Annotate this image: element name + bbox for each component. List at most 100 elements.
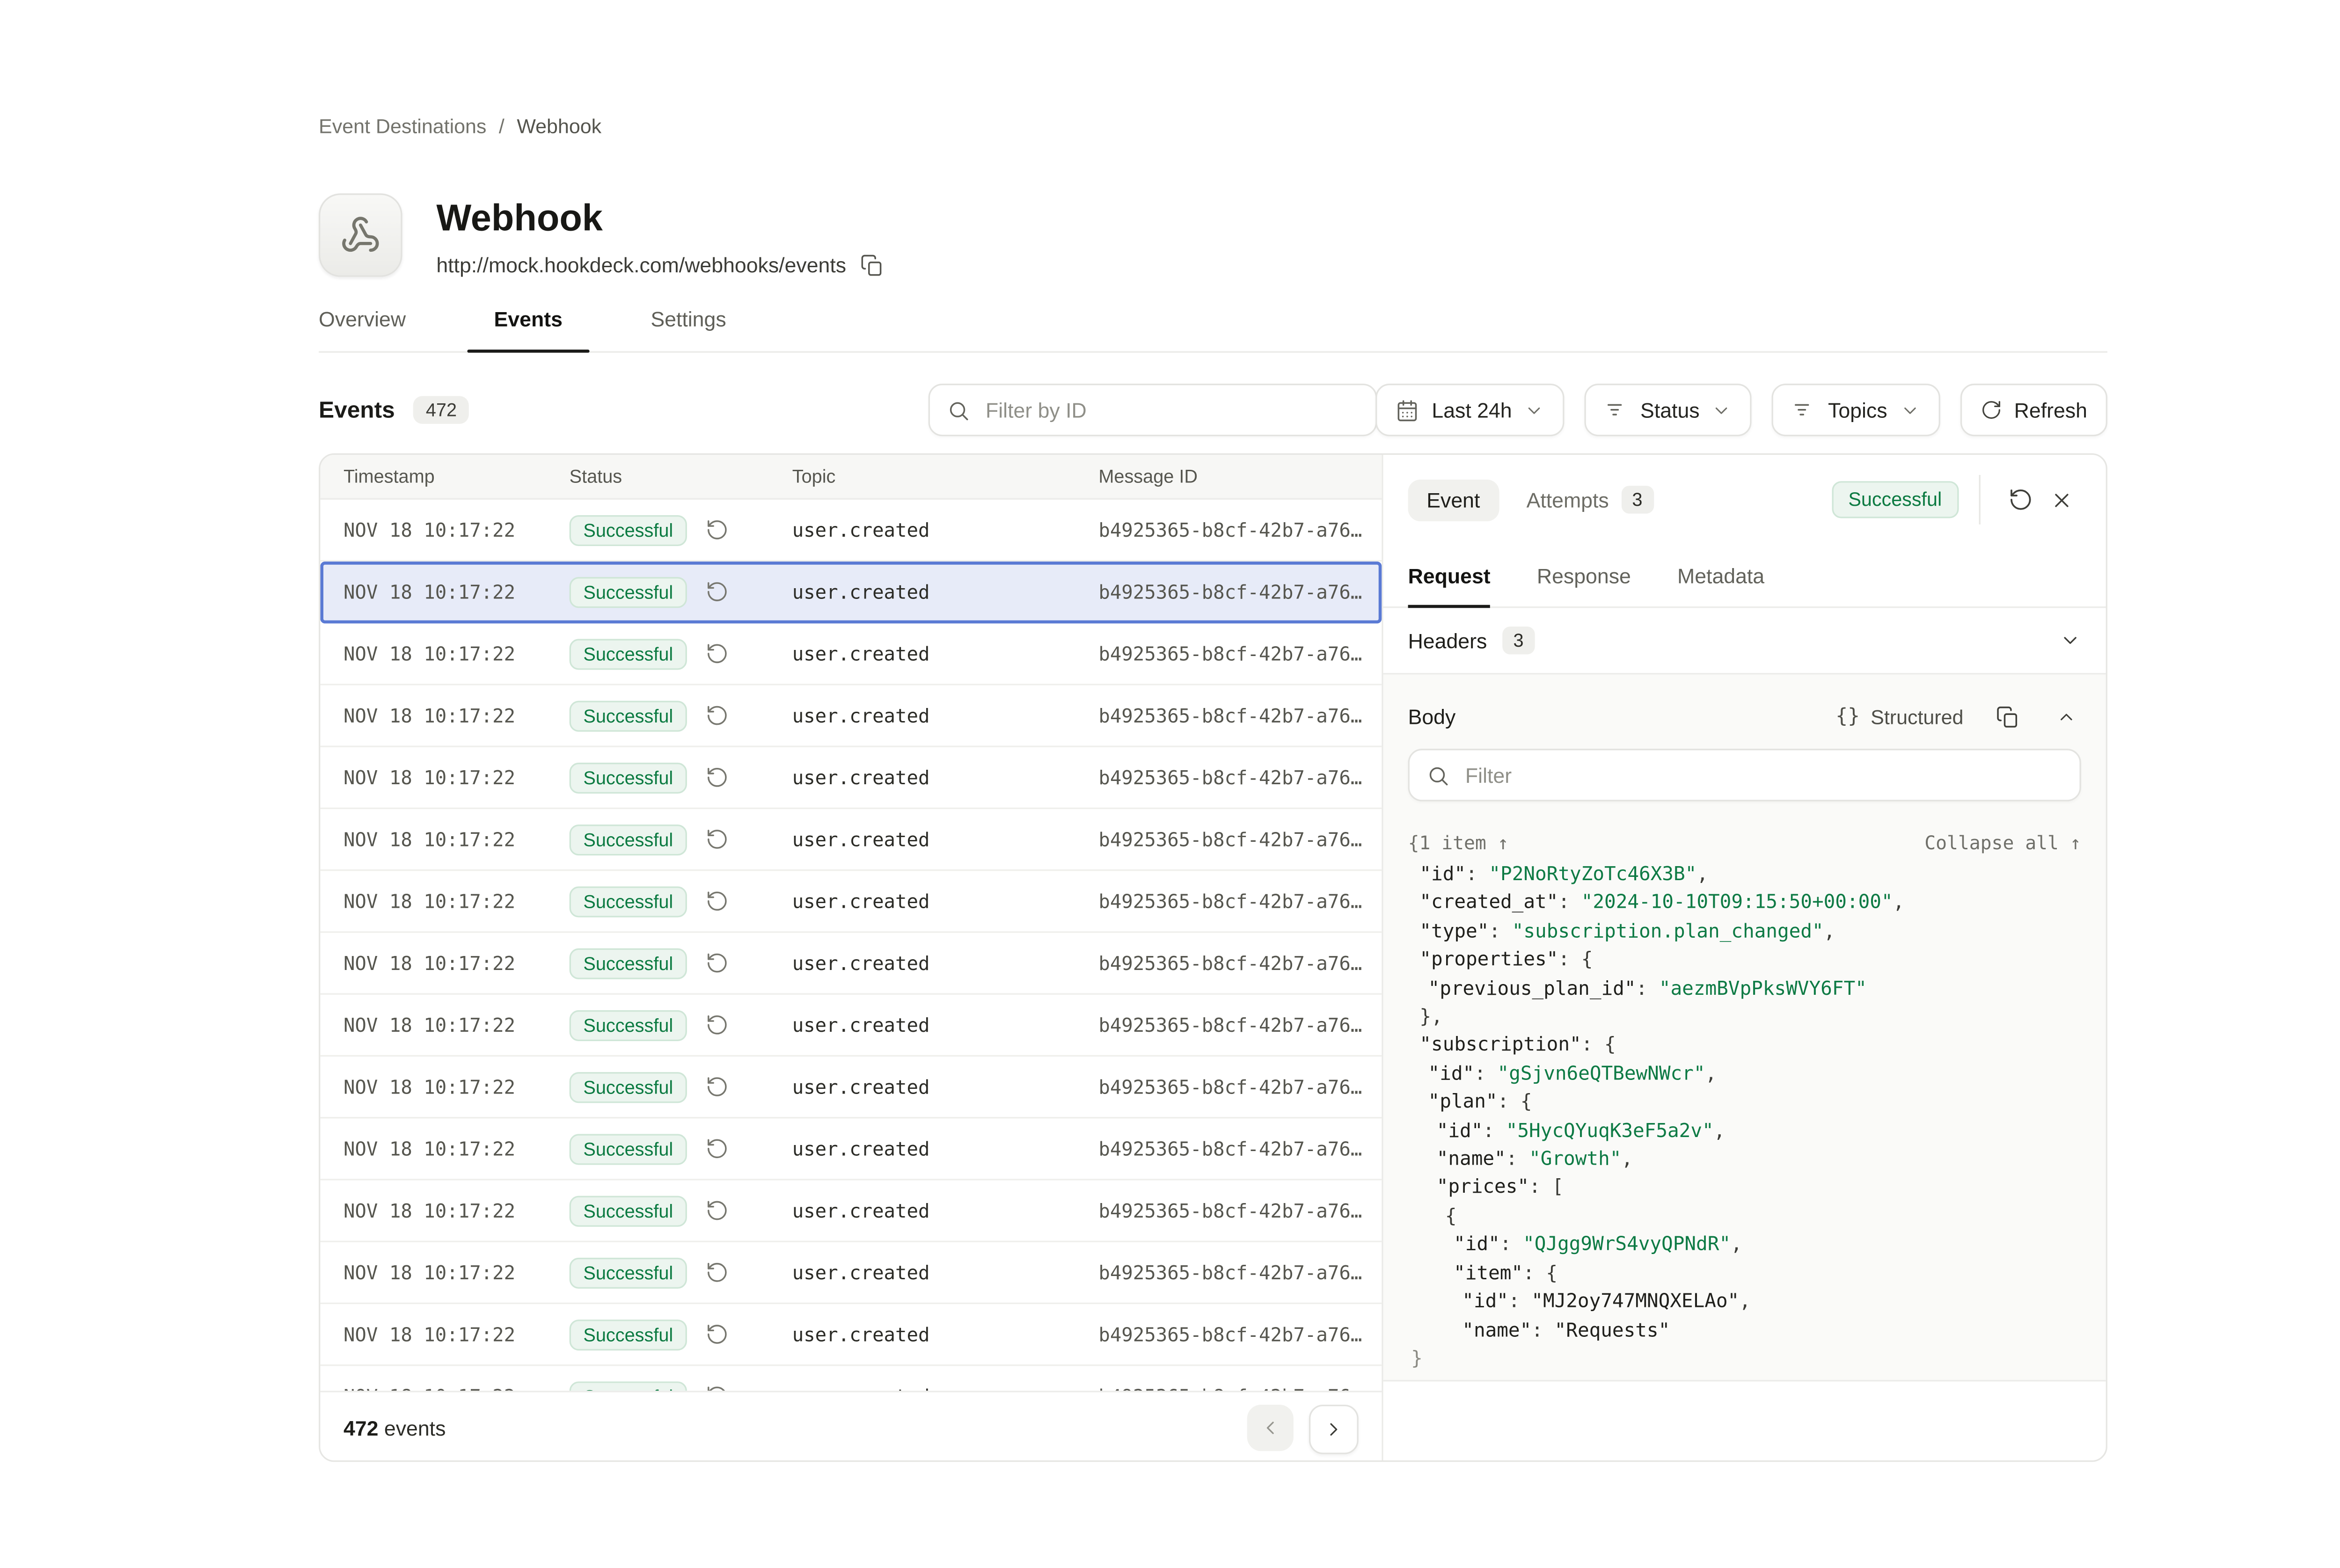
status-badge: Successful <box>570 1133 687 1164</box>
table-row[interactable]: NOV 18 10:17:22 Successful user.created … <box>320 747 1382 809</box>
column-status: Status <box>570 466 792 487</box>
copy-url-button[interactable] <box>859 251 887 279</box>
row-timestamp: NOV 18 10:17:22 <box>320 1386 569 1391</box>
table-row[interactable]: NOV 18 10:17:22 Successful user.created … <box>320 995 1382 1057</box>
detail-status-badge: Successful <box>1831 481 1959 518</box>
table-row[interactable]: NOV 18 10:17:22 Successful user.created … <box>320 809 1382 871</box>
detail-tab-attempts[interactable]: Attempts 3 <box>1527 486 1653 514</box>
json-line: }, <box>1408 1002 2081 1031</box>
table-row[interactable]: NOV 18 10:17:22 Successful user.created … <box>320 1304 1382 1366</box>
collapse-all-button[interactable]: Collapse all ↑ <box>1924 832 2081 854</box>
filter-by-id-search <box>929 384 1377 436</box>
row-topic: user.created <box>792 890 1099 912</box>
structured-mode-toggle[interactable]: {} Structured <box>1835 705 1963 728</box>
retry-icon <box>2008 487 2033 512</box>
status-badge: Successful <box>570 1381 687 1391</box>
json-line: "created_at": "2024-10-10T09:15:50+00:00… <box>1408 889 2081 917</box>
attempts-count-badge: 3 <box>1621 486 1653 514</box>
table-row[interactable]: NOV 18 10:17:22 Successful user.created … <box>320 623 1382 685</box>
json-line: "prices": [ <box>1408 1174 2081 1202</box>
time-range-button[interactable]: Last 24h <box>1376 384 1565 436</box>
tab-request[interactable]: Request <box>1408 565 1491 606</box>
table-row[interactable]: NOV 18 10:17:22 Successful user.created … <box>320 1118 1382 1180</box>
headers-section-toggle[interactable]: Headers 3 <box>1383 608 2106 674</box>
search-icon <box>1426 764 1450 787</box>
status-badge: Successful <box>570 638 687 669</box>
events-table: Timestamp Status Topic Message ID NOV 18… <box>320 455 1383 1460</box>
retry-icon[interactable] <box>706 1385 729 1391</box>
row-timestamp: NOV 18 10:17:22 <box>320 1014 569 1036</box>
webhook-url: http://mock.hookdeck.com/webhooks/events <box>436 253 846 277</box>
json-line: "id": "MJ2oy747MNQXELAo", <box>1408 1287 2081 1316</box>
topics-filter-label: Topics <box>1828 398 1887 422</box>
table-row[interactable]: NOV 18 10:17:22 Successful user.created … <box>320 1057 1382 1118</box>
row-timestamp: NOV 18 10:17:22 <box>320 1262 569 1283</box>
row-timestamp: NOV 18 10:17:22 <box>320 890 569 912</box>
json-line: "name": "Growth", <box>1408 1145 2081 1174</box>
retry-icon[interactable] <box>706 1075 729 1099</box>
row-timestamp: NOV 18 10:17:22 <box>320 766 569 788</box>
copy-body-button[interactable] <box>1991 701 2022 732</box>
row-timestamp: NOV 18 10:17:22 <box>320 1323 569 1345</box>
row-topic: user.created <box>792 1200 1099 1221</box>
table-row[interactable]: NOV 18 10:17:22 Successful user.created … <box>320 686 1382 747</box>
row-timestamp: NOV 18 10:17:22 <box>320 519 569 540</box>
status-badge: Successful <box>570 1319 687 1349</box>
retry-icon[interactable] <box>706 1261 729 1284</box>
retry-icon[interactable] <box>706 642 729 665</box>
json-items-summary[interactable]: {1 item ↑ <box>1408 832 1509 854</box>
table-row[interactable]: NOV 18 10:17:22 Successful user.created … <box>320 933 1382 995</box>
topics-filter-button[interactable]: Topics <box>1772 384 1940 436</box>
retry-icon[interactable] <box>706 580 729 604</box>
row-message-id: b4925365-b8cf-42b7-a76… <box>1098 1138 1382 1160</box>
table-row[interactable]: NOV 18 10:17:22 Successful user.created … <box>320 1366 1382 1391</box>
column-timestamp: Timestamp <box>320 466 569 487</box>
json-line: "subscription": { <box>1408 1031 2081 1059</box>
events-total: 472 events <box>344 1417 446 1440</box>
tab-events[interactable]: Events <box>468 308 589 351</box>
retry-event-button[interactable] <box>2001 480 2041 520</box>
retry-icon[interactable] <box>706 1323 729 1346</box>
tab-metadata[interactable]: Metadata <box>1677 565 1764 606</box>
retry-icon[interactable] <box>706 890 729 913</box>
calendar-icon <box>1396 398 1419 422</box>
detail-tab-event[interactable]: Event <box>1408 479 1499 520</box>
status-filter-button[interactable]: Status <box>1585 384 1752 436</box>
chevron-left-icon <box>1259 1416 1281 1438</box>
refresh-button[interactable]: Refresh <box>1960 384 2107 436</box>
retry-icon[interactable] <box>706 704 729 727</box>
table-row[interactable]: NOV 18 10:17:22 Successful user.created … <box>320 871 1382 933</box>
page-tabs: Overview Events Settings <box>319 308 2107 353</box>
breadcrumb-parent-link[interactable]: Event Destinations <box>319 115 486 138</box>
retry-icon[interactable] <box>706 1137 729 1160</box>
close-panel-button[interactable] <box>2041 480 2081 520</box>
next-page-button[interactable] <box>1309 1404 1359 1453</box>
retry-icon[interactable] <box>706 1199 729 1222</box>
prev-page-button[interactable] <box>1247 1404 1294 1450</box>
retry-icon[interactable] <box>706 828 729 851</box>
json-line: "type": "subscription.plan_changed", <box>1408 917 2081 946</box>
webhook-events-page: Event Destinations / Webhook Webhook htt… <box>0 0 2340 1568</box>
retry-icon[interactable] <box>706 1014 729 1037</box>
row-message-id: b4925365-b8cf-42b7-a76… <box>1098 705 1382 726</box>
tab-settings[interactable]: Settings <box>624 308 753 351</box>
status-badge: Successful <box>570 762 687 793</box>
table-row[interactable]: NOV 18 10:17:22 Successful user.created … <box>320 500 1382 562</box>
filter-by-id-input[interactable] <box>982 397 1358 423</box>
table-row[interactable]: NOV 18 10:17:22 Successful user.created … <box>320 562 1382 623</box>
chevron-down-icon <box>1712 400 1732 420</box>
time-range-label: Last 24h <box>1432 398 1512 422</box>
status-badge: Successful <box>570 886 687 917</box>
table-row[interactable]: NOV 18 10:17:22 Successful user.created … <box>320 1242 1382 1304</box>
row-topic: user.created <box>792 1386 1099 1391</box>
tab-response[interactable]: Response <box>1537 565 1631 606</box>
table-header-row: Timestamp Status Topic Message ID <box>320 455 1382 500</box>
body-filter-input[interactable] <box>1462 762 2062 788</box>
collapse-body-button[interactable] <box>2050 701 2081 732</box>
retry-icon[interactable] <box>706 766 729 789</box>
tab-overview[interactable]: Overview <box>292 308 432 351</box>
table-row[interactable]: NOV 18 10:17:22 Successful user.created … <box>320 1181 1382 1242</box>
retry-icon[interactable] <box>706 518 729 542</box>
retry-icon[interactable] <box>706 951 729 975</box>
json-line: "id": "gSjvn6eQTBewNWcr", <box>1408 1059 2081 1088</box>
